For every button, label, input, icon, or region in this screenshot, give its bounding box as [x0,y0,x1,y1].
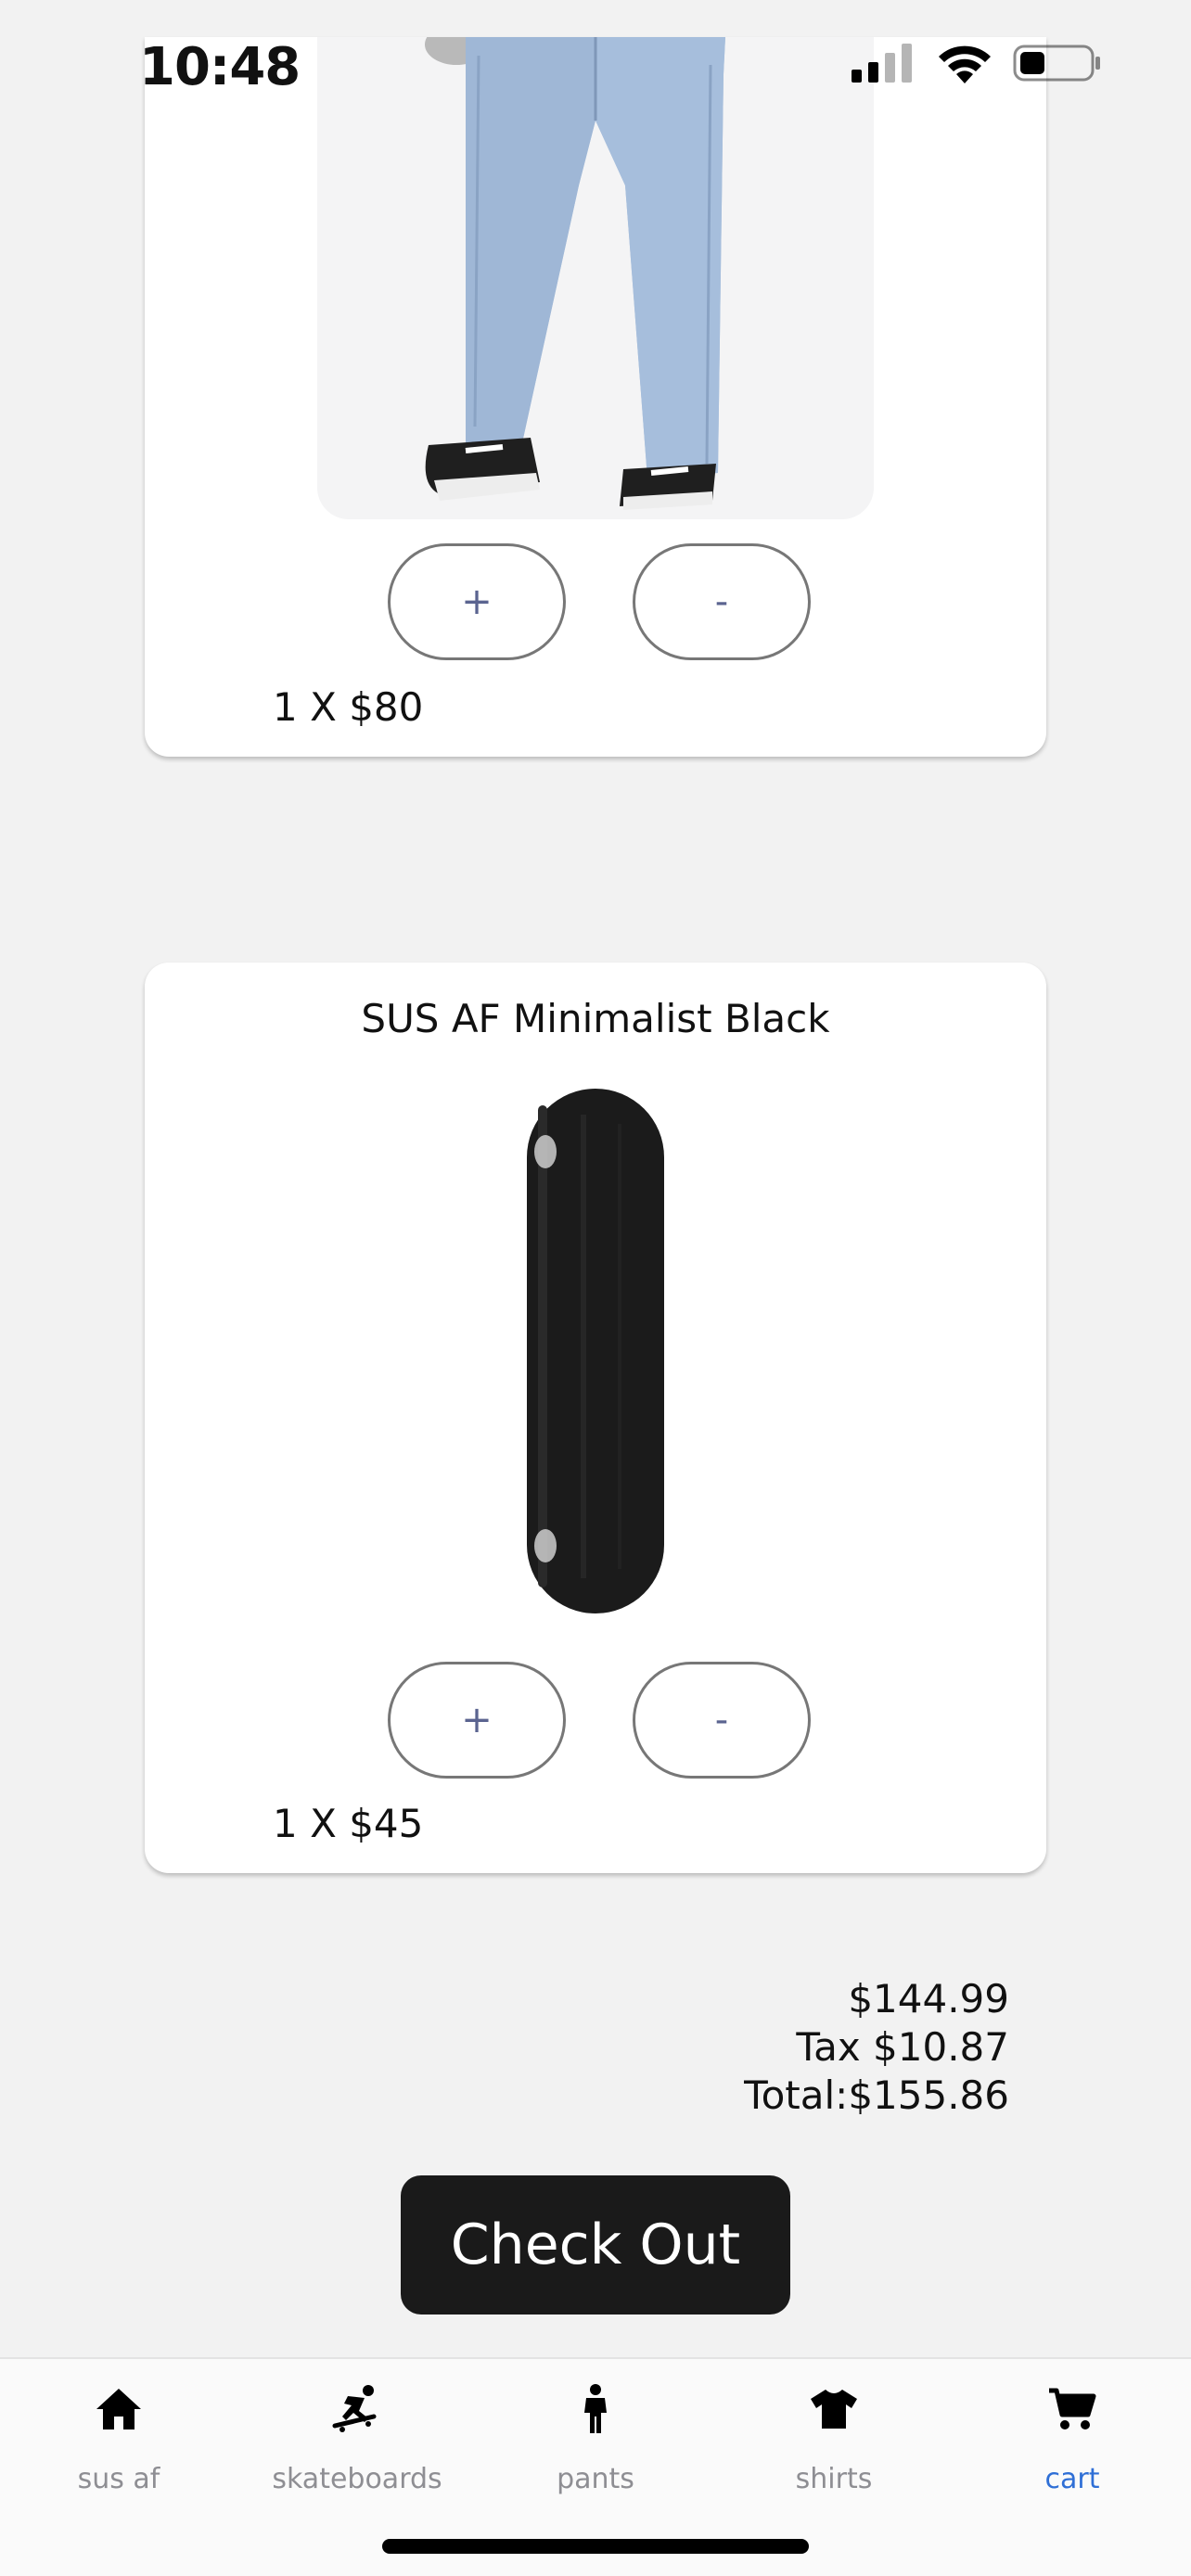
skateboard-image [527,1089,664,1613]
jeans-illustration [425,37,725,510]
home-icon [91,2381,147,2437]
status-time: 10:48 [139,37,301,97]
tab-pants[interactable]: pants [477,2381,714,2511]
tax-text: Tax $10.87 [796,2024,1009,2070]
signal-icon [852,44,912,83]
tab-sus-af[interactable]: sus af [0,2381,237,2511]
tab-skateboards[interactable]: skateboards [238,2381,476,2511]
status-icons [852,43,1102,83]
subtotal-text: $144.99 [848,1976,1009,2021]
product-title: SUS AF Minimalist Black [361,996,830,1041]
checkout-button[interactable]: Check Out [401,2175,790,2315]
decrease-quantity-button[interactable]: - [633,1662,811,1779]
wifi-icon [939,45,991,83]
tab-cart[interactable]: cart [954,2381,1191,2511]
cart-item-card: + - 1 X $80 [145,37,1046,757]
person-icon [568,2381,623,2437]
skateboarder-icon [329,2381,385,2437]
decrease-quantity-button[interactable]: - [633,543,811,660]
home-indicator[interactable] [382,2539,809,2554]
cart-icon [1044,2381,1100,2437]
product-image [317,37,874,519]
tshirt-icon [806,2381,862,2437]
quantity-price-text: 1 X $80 [273,684,424,730]
battery-icon [1013,45,1100,82]
tab-label: shirts [795,2463,873,2495]
tab-label: pants [557,2463,634,2495]
tab-label: sus af [77,2463,160,2495]
tab-label: skateboards [272,2463,442,2495]
order-summary: $144.99 Tax $10.87 Total:$155.86 [744,1975,1009,2120]
increase-quantity-button[interactable]: + [388,1662,566,1779]
increase-quantity-button[interactable]: + [388,543,566,660]
tab-label: cart [1044,2463,1100,2495]
cart-item-card: SUS AF Minimalist Black + - 1 X $45 [145,963,1046,1873]
total-text: Total:$155.86 [744,2072,1009,2118]
tab-shirts[interactable]: shirts [715,2381,953,2511]
quantity-price-text: 1 X $45 [273,1801,424,1846]
